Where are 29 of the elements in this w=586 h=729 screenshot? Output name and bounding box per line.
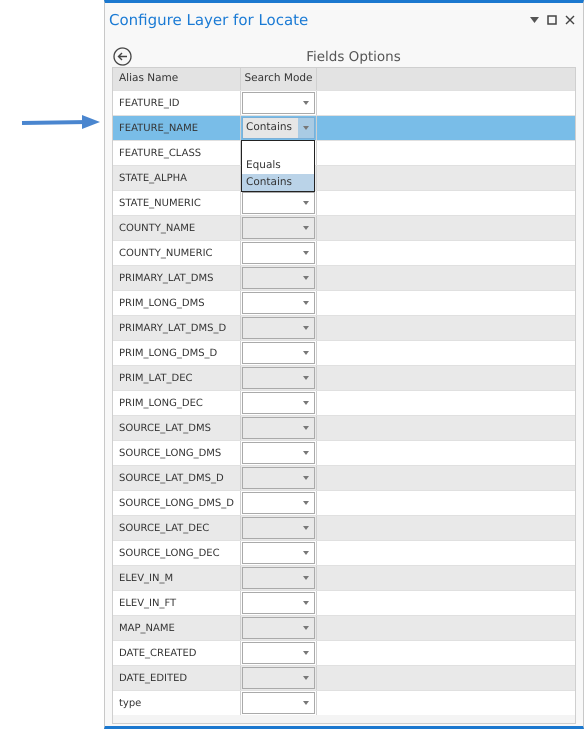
field-name: SOURCE_LONG_DMS_D — [119, 496, 234, 510]
field-name: SOURCE_LONG_DEC — [119, 546, 220, 560]
field-name: PRIM_LONG_DEC — [119, 396, 203, 410]
field-name: STATE_NUMERIC — [119, 196, 201, 210]
field-name: STATE_ALPHA — [119, 172, 187, 186]
field-name: ELEV_IN_M — [119, 572, 174, 586]
field-name: SOURCE_LAT_DMS — [119, 422, 211, 436]
column-header: Search Mode — [244, 71, 313, 86]
field-name: FEATURE_CLASS — [119, 146, 202, 160]
field-name: SOURCE_LAT_DMS_D — [119, 472, 224, 486]
field-name: FEATURE_ID — [119, 96, 180, 110]
page-title: Fields Options — [306, 49, 401, 65]
field-name: ELEV_IN_FT — [119, 596, 176, 610]
column-header: Alias Name — [119, 71, 178, 86]
field-name: COUNTY_NUMERIC — [119, 246, 212, 260]
field-name: PRIMARY_LAT_DMS — [119, 272, 214, 286]
field-name: PRIM_LAT_DEC — [119, 372, 193, 386]
field-name: PRIMARY_LAT_DMS_D — [119, 322, 226, 336]
field-name: DATE_CREATED — [119, 646, 196, 660]
window-title: Configure Layer for Locate — [109, 10, 310, 31]
field-name: SOURCE_LONG_DMS — [119, 446, 222, 460]
field-name: SOURCE_LAT_DEC — [119, 522, 210, 536]
field-name: MAP_NAME — [119, 622, 175, 636]
field-name: PRIM_LONG_DMS_D — [119, 346, 218, 360]
field-name: COUNTY_NAME — [119, 222, 196, 236]
field-name: PRIM_LONG_DMS — [119, 296, 205, 310]
field-name: DATE_EDITED — [119, 672, 188, 686]
field-name: FEATURE_NAME — [119, 122, 198, 136]
field-name: type — [119, 696, 142, 710]
